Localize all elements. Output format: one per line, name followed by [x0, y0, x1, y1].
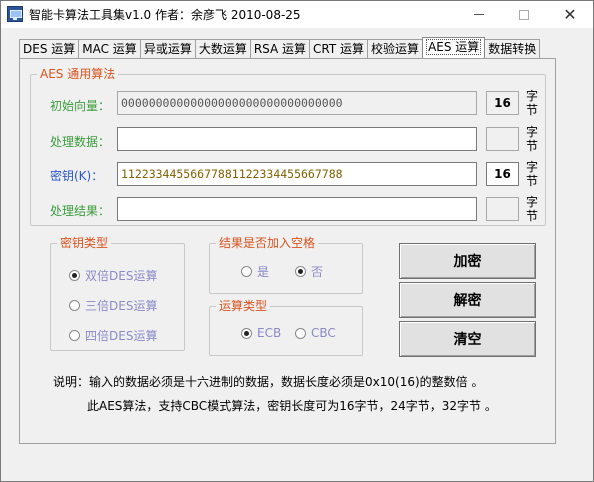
radio-button[interactable] — [295, 266, 306, 277]
maximize-icon — [519, 9, 529, 20]
operation-type-group: 运算类型 ECB CBC — [209, 299, 363, 356]
iv-label: 初始向量： — [50, 99, 111, 113]
note-line-1: 说明：输入的数据必须是十六进制的数据，数据长度必须是0x10(16)的整数倍 。 — [53, 375, 484, 389]
iv-length: 16 — [486, 91, 519, 115]
tab-data-convert[interactable]: 数据转换 — [484, 39, 541, 58]
tab-des[interactable]: DES 运算 — [19, 39, 80, 58]
add-space-title: 结果是否加入空格 — [216, 236, 319, 250]
radio-label: 双倍DES运算 — [85, 269, 158, 283]
key-type-title: 密钥类型 — [57, 236, 112, 250]
data-unit: 字节 — [525, 125, 538, 153]
key-unit: 字节 — [525, 160, 538, 188]
result-length — [486, 197, 519, 221]
minimize-icon — [474, 14, 484, 15]
aes-group-title: AES 通用算法 — [37, 67, 119, 81]
radio-label: CBC — [311, 326, 336, 340]
op-type-cbc[interactable]: CBC — [295, 326, 336, 340]
iv-unit: 字节 — [525, 89, 538, 117]
radio-button[interactable] — [69, 330, 80, 341]
data-label: 处理数据： — [50, 135, 111, 149]
maximize-button[interactable] — [501, 1, 547, 28]
add-space-yes[interactable]: 是 — [241, 263, 269, 280]
key-length: 16 — [486, 162, 519, 186]
key-type-double-des[interactable]: 双倍DES运算 — [69, 267, 157, 284]
radio-button[interactable] — [69, 300, 80, 311]
clear-button[interactable]: 清空 — [399, 321, 536, 357]
key-type-triple-des[interactable]: 三倍DES运算 — [69, 297, 157, 314]
iv-field[interactable]: 00000000000000000000000000000000 — [117, 91, 477, 115]
tab-strip: DES 运算 MAC 运算 异或运算 大数运算 RSA 运算 CRT 运算 校验… — [19, 37, 541, 58]
radio-button[interactable] — [241, 266, 252, 277]
key-type-group: 密钥类型 双倍DES运算 三倍DES运算 四倍DES运算 — [50, 236, 185, 351]
tab-checksum[interactable]: 校验运算 — [367, 39, 424, 58]
result-label: 处理结果： — [50, 204, 111, 218]
result-unit: 字节 — [525, 195, 538, 223]
radio-button[interactable] — [69, 270, 80, 281]
tab-bignum[interactable]: 大数运算 — [194, 39, 251, 58]
key-type-quad-des[interactable]: 四倍DES运算 — [69, 327, 157, 344]
close-icon: ✕ — [563, 4, 577, 24]
radio-button[interactable] — [295, 327, 306, 339]
radio-label: 四倍DES运算 — [85, 329, 158, 343]
add-space-group: 结果是否加入空格 是 否 — [209, 236, 363, 294]
tab-xor[interactable]: 异或运算 — [139, 39, 196, 58]
minimize-button[interactable] — [456, 1, 502, 28]
aes-general-group: AES 通用算法 初始向量： 0000000000000000000000000… — [30, 67, 546, 226]
tab-crt[interactable]: CRT 运算 — [309, 39, 369, 58]
data-input[interactable] — [117, 127, 477, 151]
close-button[interactable]: ✕ — [547, 1, 593, 28]
encrypt-button[interactable]: 加密 — [399, 243, 536, 279]
app-window: 智能卡算法工具集v1.0 作者：余彦飞 2010-08-25 ✕ DES 运算 … — [0, 0, 594, 482]
tab-mac[interactable]: MAC 运算 — [78, 39, 141, 58]
app-icon — [7, 6, 23, 22]
op-type-ecb[interactable]: ECB — [241, 326, 281, 340]
radio-label: 是 — [257, 265, 270, 279]
note-line-2: 此AES算法，支持CBC模式算法，密钥长度可为16字节，24字节，32字节 。 — [87, 399, 497, 413]
aes-tab-panel: AES 通用算法 初始向量： 0000000000000000000000000… — [19, 58, 556, 444]
radio-button[interactable] — [241, 327, 252, 339]
add-space-no[interactable]: 否 — [295, 263, 323, 280]
radio-label: ECB — [257, 326, 282, 340]
window-title: 智能卡算法工具集v1.0 作者：余彦飞 2010-08-25 — [29, 8, 301, 22]
key-input[interactable]: 11223344556677881122334455667788 — [117, 162, 477, 186]
key-label: 密钥(K)： — [50, 169, 104, 183]
radio-label: 否 — [311, 265, 324, 279]
radio-label: 三倍DES运算 — [85, 299, 158, 313]
tab-rsa[interactable]: RSA 运算 — [249, 39, 311, 58]
tab-aes[interactable]: AES 运算 — [422, 37, 486, 58]
operation-type-title: 运算类型 — [216, 299, 271, 313]
title-bar[interactable]: 智能卡算法工具集v1.0 作者：余彦飞 2010-08-25 ✕ — [1, 1, 593, 28]
decrypt-button[interactable]: 解密 — [399, 282, 536, 318]
result-field[interactable] — [117, 197, 477, 221]
data-length — [486, 127, 519, 151]
